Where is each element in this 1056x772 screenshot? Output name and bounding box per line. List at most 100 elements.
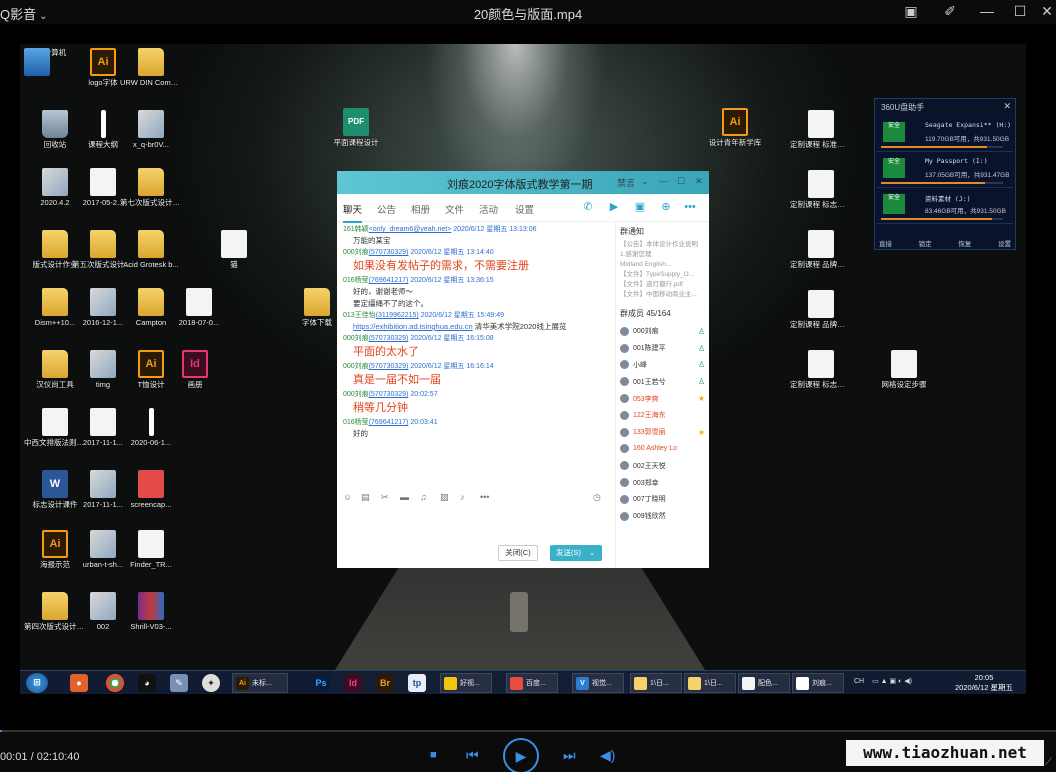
screen-share-icon[interactable]: ▣ [633, 200, 647, 214]
mute-label[interactable]: 禁言 [617, 176, 635, 189]
tab-1[interactable]: 公告 [377, 202, 396, 216]
scissors-icon[interactable]: ✂ [381, 492, 389, 503]
taskbar-app[interactable]: Ai 未标... [232, 673, 288, 693]
desktop-icon[interactable]: 猫 [203, 230, 265, 269]
taskbar-app[interactable]: V 视觉... [572, 673, 624, 693]
pinned-ps-icon[interactable]: Ps [312, 674, 330, 692]
desktop-icon[interactable]: Id 画册 [164, 350, 226, 389]
pinned-id-icon[interactable]: Id [344, 674, 362, 692]
close-button[interactable]: ✕ [1038, 2, 1056, 20]
notice-line[interactable]: 【文件】TypeSupply_O... [620, 270, 705, 280]
desktop-icon[interactable]: 定制课程 品牌设计表 [790, 230, 852, 269]
member-item[interactable]: 007丁晓明 [620, 491, 705, 508]
send-button[interactable]: 发送(S) ⌄ [550, 545, 602, 561]
close-chat-button[interactable]: 关闭(C) [498, 545, 538, 561]
member-item[interactable]: 002王天悦 [620, 457, 705, 474]
lang-indicator[interactable]: CH [854, 678, 864, 685]
message-sender[interactable]: 000刘痕 [343, 335, 369, 342]
widget-footer-item[interactable]: 恢复 [958, 238, 971, 248]
maximize-icon[interactable]: ☐ [677, 176, 685, 187]
member-item[interactable]: 001王若兮 ♙ [620, 373, 705, 390]
tab-0[interactable]: 聊天 [343, 202, 363, 223]
desktop-icon[interactable]: 2018-07-0... [168, 288, 230, 327]
message-sender[interactable]: 000刘痕 [343, 363, 369, 370]
desktop-icon[interactable]: URW DIN Complete [120, 48, 182, 87]
message-sender[interactable]: 000刘痕 [343, 249, 369, 256]
video-call-icon[interactable]: ▶ [607, 200, 621, 214]
message-sender[interactable]: 013王佳怡 [343, 312, 376, 319]
tab-3[interactable]: 文件 [445, 202, 464, 216]
tab-5[interactable]: 设置 [515, 202, 534, 216]
notice-line[interactable]: 【公告】本体设计作业说明 [620, 240, 705, 250]
browser-icon[interactable]: ● [70, 674, 88, 692]
minimize-button[interactable]: — [978, 2, 996, 20]
taskbar-app[interactable]: 1\日... [684, 673, 736, 693]
desktop-icon[interactable]: 定制课程 标志设计 [790, 350, 852, 389]
desktop-icon[interactable]: 定制课程 标志设计表 [790, 170, 852, 209]
emoji-icon[interactable]: ☺ [343, 492, 352, 502]
music-icon[interactable]: ♫ [420, 492, 427, 502]
message-sender[interactable]: 000刘痕 [343, 391, 369, 398]
taskbar-app[interactable]: 刘痕... [792, 673, 844, 693]
app-icon[interactable]: ✎ [170, 674, 188, 692]
widget-footer-item[interactable]: 直接 [879, 238, 892, 248]
member-item[interactable]: 003郑幸 [620, 474, 705, 491]
member-item[interactable]: 009钱欣然 [620, 508, 705, 525]
taskbar-app[interactable]: 配色... [738, 673, 790, 693]
desktop-icon[interactable]: 第七次版式设计作业 [120, 168, 182, 207]
desktop-icon[interactable]: Shrill-V03-... [120, 592, 182, 631]
qq-icon[interactable]: ◕ [138, 674, 156, 692]
member-item[interactable]: 122王海东 [620, 407, 705, 424]
next-icon[interactable]: ⏭ [563, 747, 576, 764]
desktop-icon[interactable]: x_q-br0V... [120, 110, 182, 149]
pinned-tp-icon[interactable]: tp [408, 674, 426, 692]
member-item[interactable]: 001陈建平 ♙ [620, 340, 705, 357]
taskbar-app[interactable]: 好视... [440, 673, 492, 693]
minimize-icon[interactable]: — [659, 176, 668, 186]
message-sender[interactable]: 016杨莹 [343, 277, 369, 284]
add-icon[interactable]: ⊕ [659, 200, 673, 214]
notice-line[interactable]: Midland English... [620, 260, 705, 270]
desktop-icon[interactable]: PDF 平面课程设计 [325, 108, 387, 147]
widget-footer-item[interactable]: 锁定 [919, 238, 932, 248]
notice-line[interactable]: 【文件】中国移动商业主... [620, 290, 705, 300]
start-button[interactable]: ⊞ [26, 673, 48, 693]
image-icon[interactable]: ▧ [440, 492, 449, 503]
desktop-icon[interactable]: 定制课程 标准字设计 [790, 110, 852, 149]
screenshot-icon[interactable]: ▣ [902, 2, 920, 20]
pin-icon[interactable]: ✐ [941, 2, 959, 20]
resize-grip-icon[interactable]: ⟋ [1045, 757, 1052, 768]
widget-footer-item[interactable]: 设置 [998, 238, 1011, 248]
member-item[interactable]: 000刘痕 ♙ [620, 323, 705, 340]
desktop-icon[interactable]: 定制课程 品牌形象设计 [790, 290, 852, 329]
message-link[interactable]: https://exhibition.ad.tsinghua.edu.cn [353, 322, 473, 331]
desktop-icon[interactable]: 网格设定步骤 [873, 350, 935, 389]
tab-2[interactable]: 相册 [411, 202, 430, 216]
folder-icon[interactable]: ▬ [400, 492, 409, 502]
progress-bar[interactable] [0, 730, 1056, 732]
gif-icon[interactable]: ▤ [361, 492, 370, 503]
message-sender[interactable]: 016杨莹 [343, 419, 369, 426]
stop-icon[interactable]: ■ [430, 749, 437, 761]
chrome-icon[interactable] [106, 674, 124, 692]
tab-4[interactable]: 活动 [479, 202, 498, 216]
desktop-icon[interactable]: Acid Grotesk b... [120, 230, 182, 269]
notice-line[interactable]: 1.感谢您理 [620, 250, 705, 260]
taskbar-clock[interactable]: 20:05 2020/6/12 星期五 [948, 673, 1020, 693]
notice-title[interactable]: 群通知 [620, 226, 705, 237]
message-sender[interactable]: 161韩颖 [343, 226, 369, 233]
drive-row[interactable]: 安全 My Passport (I:) 137.05GB可用，共931.47GB [877, 152, 1013, 188]
desktop-icon[interactable]: 2020-06-1... [120, 408, 182, 447]
message-list[interactable]: 161韩颖<only_dream6@yeah.net> 2020/6/12 星期… [337, 222, 612, 484]
member-item[interactable]: 133郭雪丽 ★ [620, 424, 705, 441]
bell-icon[interactable]: ♪ [460, 492, 465, 502]
more-icon[interactable]: ••• [683, 200, 697, 214]
chevron-down-icon[interactable]: ⌄ [589, 548, 595, 557]
chevron-down-icon[interactable]: ⌄ [641, 176, 649, 187]
volume-icon[interactable]: ◀) [600, 747, 615, 764]
notice-line[interactable]: 【文件】道灯摄行.pdf [620, 280, 705, 290]
phone-icon[interactable]: ✆ [581, 200, 595, 214]
taskbar-app[interactable]: 百度... [506, 673, 558, 693]
taskbar-app[interactable]: 1\日... [630, 673, 682, 693]
play-button[interactable]: ▶ [503, 738, 539, 772]
